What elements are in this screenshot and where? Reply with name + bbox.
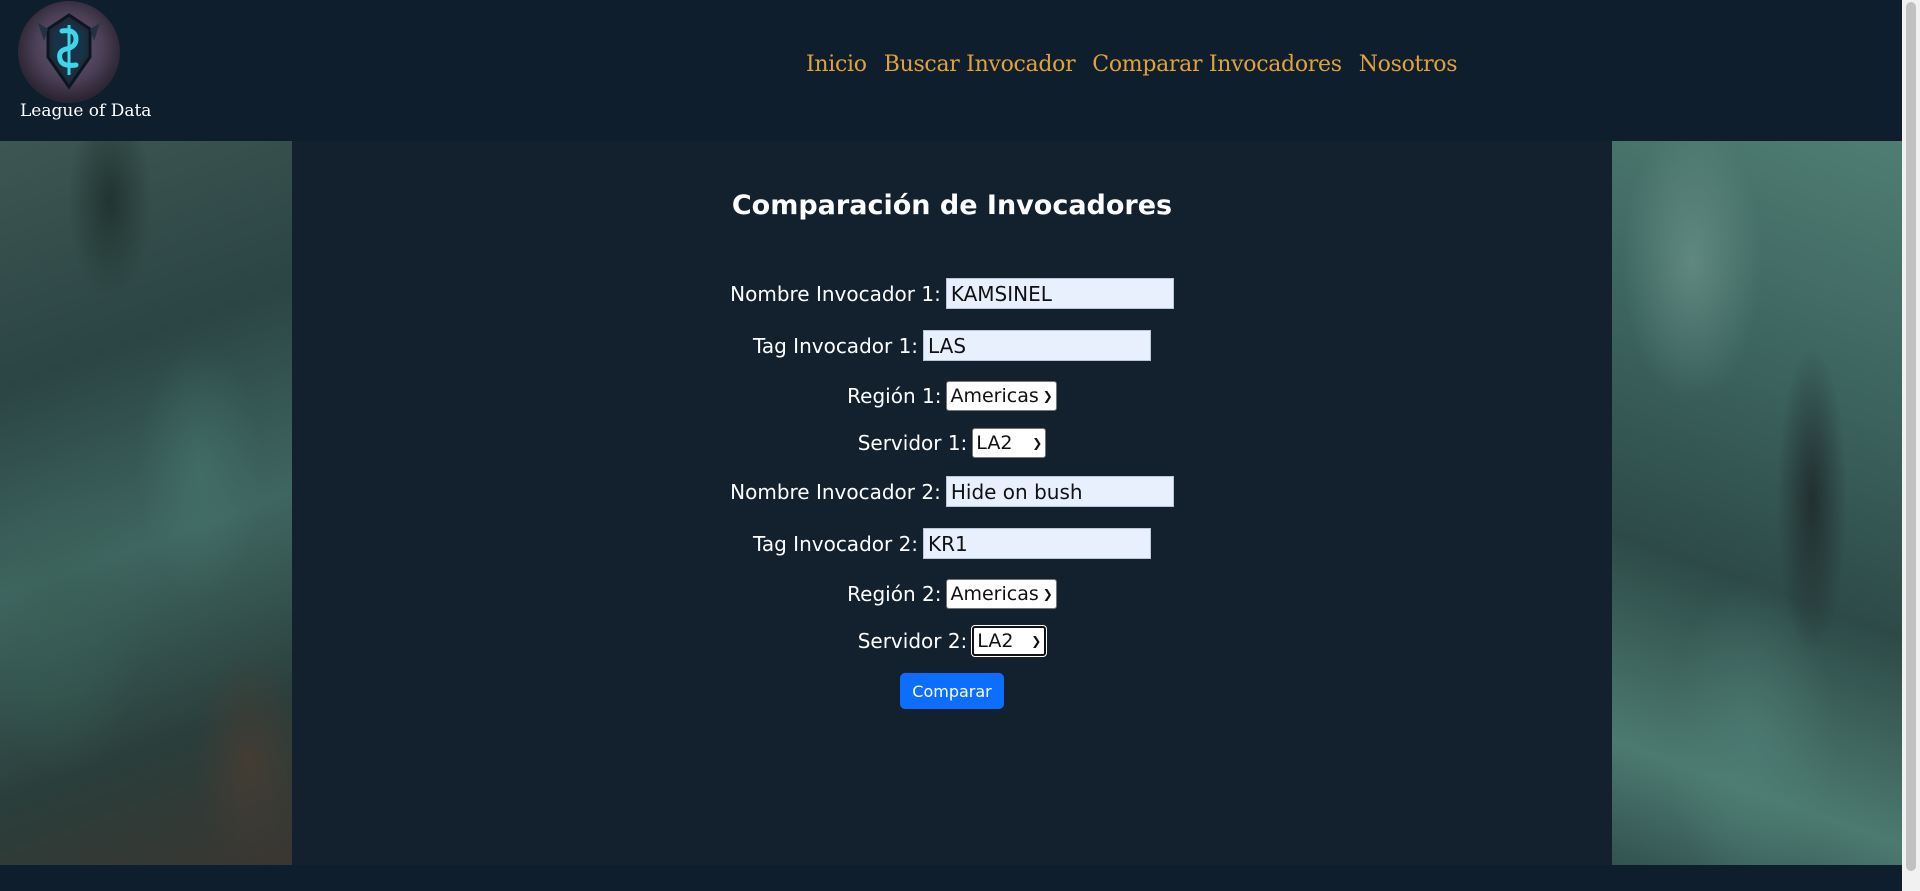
name1-row: Nombre Invocador 1: xyxy=(292,278,1612,309)
nav-inicio[interactable]: Inicio xyxy=(806,52,867,77)
background-art-left xyxy=(0,141,292,865)
name2-row: Nombre Invocador 2: xyxy=(292,476,1612,507)
compare-panel: Comparación de Invocadores Nombre Invoca… xyxy=(292,141,1612,865)
server2-value: LA2 xyxy=(977,630,1014,652)
region1-select[interactable]: Americas ❯ xyxy=(946,381,1057,411)
server2-row: Servidor 2: LA2 ❯ xyxy=(292,625,1612,657)
site-header: League of Data Inicio Buscar Invocador C… xyxy=(0,0,1902,141)
scrollbar-thumb[interactable] xyxy=(1906,2,1916,871)
chevron-down-icon: ❯ xyxy=(1042,587,1053,601)
background-art-right xyxy=(1612,141,1902,865)
server1-select[interactable]: LA2 ❯ xyxy=(972,428,1047,458)
server1-value: LA2 xyxy=(976,432,1013,454)
tag1-row: Tag Invocador 1: xyxy=(292,330,1612,361)
footer-band xyxy=(0,865,1902,891)
nav-buscar-invocador[interactable]: Buscar Invocador xyxy=(884,52,1076,77)
submit-row: Comparar xyxy=(292,673,1612,709)
name1-input[interactable] xyxy=(945,278,1174,309)
tag2-label: Tag Invocador 2: xyxy=(752,531,919,556)
server1-label: Servidor 1: xyxy=(857,431,968,455)
region1-label: Región 1: xyxy=(847,384,942,408)
compare-button[interactable]: Comparar xyxy=(900,673,1004,709)
nav-nosotros[interactable]: Nosotros xyxy=(1359,52,1458,77)
server2-select[interactable]: LA2 ❯ xyxy=(971,625,1048,657)
region2-label: Región 2: xyxy=(847,582,942,606)
name1-label: Nombre Invocador 1: xyxy=(730,281,941,306)
page-scrollbar[interactable] xyxy=(1902,0,1920,891)
region1-value: Americas xyxy=(950,385,1039,407)
region1-row: Región 1: Americas ❯ xyxy=(292,381,1612,411)
name2-input[interactable] xyxy=(945,476,1174,507)
region2-select[interactable]: Americas ❯ xyxy=(946,579,1057,609)
tag2-row: Tag Invocador 2: xyxy=(292,528,1612,559)
region2-row: Región 2: Americas ❯ xyxy=(292,579,1612,609)
chevron-down-icon: ❯ xyxy=(1042,389,1053,403)
main-nav: Inicio Buscar Invocador Comparar Invocad… xyxy=(806,52,1458,77)
region2-value: Americas xyxy=(950,583,1039,605)
server1-row: Servidor 1: LA2 ❯ xyxy=(292,428,1612,458)
tag1-label: Tag Invocador 1: xyxy=(752,333,919,358)
name2-label: Nombre Invocador 2: xyxy=(730,479,941,504)
server2-label: Servidor 2: xyxy=(857,629,968,653)
chevron-down-icon: ❯ xyxy=(1032,436,1043,450)
page-title: Comparación de Invocadores xyxy=(731,190,1173,221)
tag2-input[interactable] xyxy=(923,528,1152,559)
chevron-down-icon: ❯ xyxy=(1031,634,1042,648)
nav-comparar-invocadores[interactable]: Comparar Invocadores xyxy=(1092,52,1342,77)
league-of-data-logo[interactable] xyxy=(18,1,120,103)
brand-name: League of Data xyxy=(20,101,152,121)
tag1-input[interactable] xyxy=(923,330,1152,361)
